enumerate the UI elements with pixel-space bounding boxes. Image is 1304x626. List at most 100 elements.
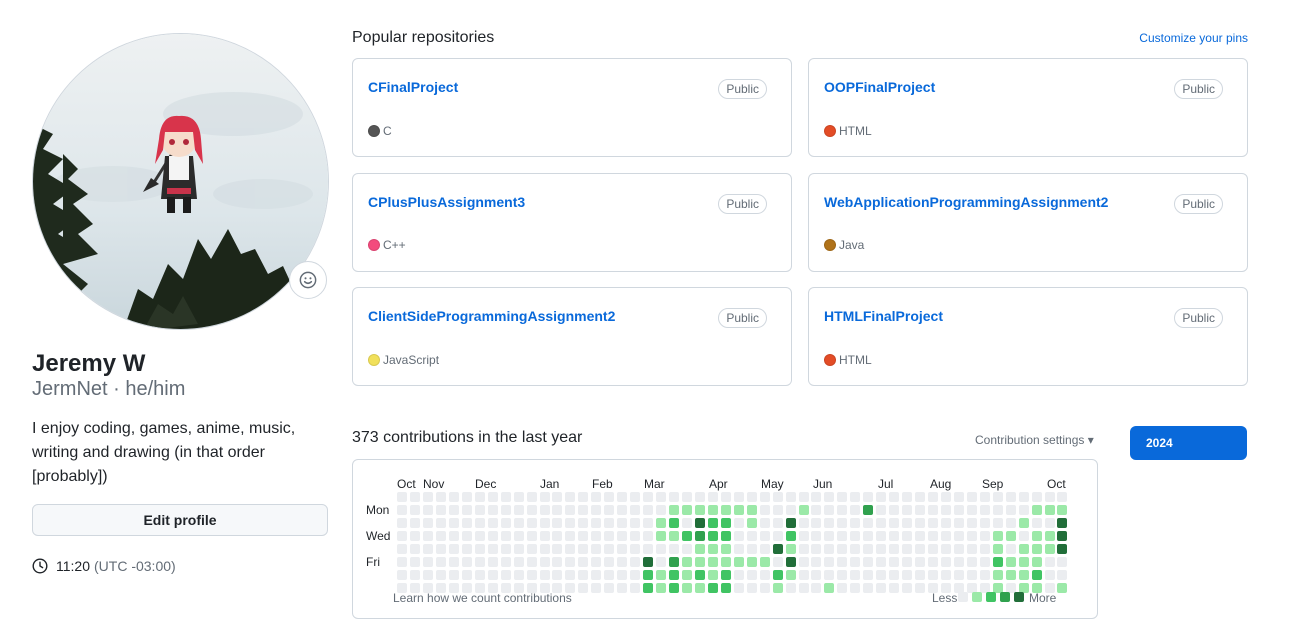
contribution-day-cell[interactable] xyxy=(902,504,912,515)
contribution-day-cell[interactable] xyxy=(409,517,420,528)
contribution-day-cell[interactable] xyxy=(979,569,990,580)
contribution-day-cell[interactable] xyxy=(876,582,887,593)
contribution-day-cell[interactable] xyxy=(733,492,744,502)
contribution-day-cell[interactable] xyxy=(759,543,770,554)
learn-contributions-link[interactable]: Learn how we count contributions xyxy=(393,591,572,605)
contribution-day-cell[interactable] xyxy=(876,517,887,528)
contribution-day-cell[interactable] xyxy=(979,504,990,515)
contribution-day-cell[interactable] xyxy=(720,582,731,593)
contribution-day-cell[interactable] xyxy=(785,543,796,554)
contribution-day-cell[interactable] xyxy=(889,530,900,541)
contribution-day-cell[interactable] xyxy=(927,530,938,541)
contribution-day-cell[interactable] xyxy=(1057,504,1068,515)
contribution-day-cell[interactable] xyxy=(953,569,964,580)
contribution-day-cell[interactable] xyxy=(500,504,511,515)
contribution-day-cell[interactable] xyxy=(902,582,912,593)
contribution-day-cell[interactable] xyxy=(1031,492,1042,502)
avatar[interactable] xyxy=(32,33,329,330)
contribution-day-cell[interactable] xyxy=(500,556,511,567)
contribution-day-cell[interactable] xyxy=(759,517,770,528)
contribution-day-cell[interactable] xyxy=(940,543,951,554)
contribution-day-cell[interactable] xyxy=(681,530,692,541)
contribution-day-cell[interactable] xyxy=(1018,543,1029,554)
contribution-day-cell[interactable] xyxy=(785,556,796,567)
contribution-day-cell[interactable] xyxy=(694,556,705,567)
contribution-day-cell[interactable] xyxy=(798,492,809,502)
contribution-day-cell[interactable] xyxy=(837,530,848,541)
contribution-day-cell[interactable] xyxy=(720,517,731,528)
contribution-day-cell[interactable] xyxy=(526,504,537,515)
contribution-day-cell[interactable] xyxy=(630,517,641,528)
contribution-day-cell[interactable] xyxy=(422,530,433,541)
contribution-day-cell[interactable] xyxy=(772,569,783,580)
contribution-day-cell[interactable] xyxy=(630,492,641,502)
contribution-day-cell[interactable] xyxy=(850,569,861,580)
contribution-day-cell[interactable] xyxy=(966,556,977,567)
contribution-day-cell[interactable] xyxy=(889,543,900,554)
contribution-day-cell[interactable] xyxy=(1057,517,1068,528)
contribution-day-cell[interactable] xyxy=(992,556,1003,567)
contribution-day-cell[interactable] xyxy=(565,569,576,580)
contribution-day-cell[interactable] xyxy=(643,504,653,515)
contribution-day-cell[interactable] xyxy=(720,492,731,502)
contribution-day-cell[interactable] xyxy=(565,504,576,515)
contribution-day-cell[interactable] xyxy=(772,582,783,593)
contribution-day-cell[interactable] xyxy=(733,569,744,580)
contribution-day-cell[interactable] xyxy=(837,582,848,593)
contribution-day-cell[interactable] xyxy=(798,556,809,567)
contribution-day-cell[interactable] xyxy=(940,504,951,515)
contribution-day-cell[interactable] xyxy=(1057,569,1068,580)
contribution-day-cell[interactable] xyxy=(448,504,459,515)
contribution-day-cell[interactable] xyxy=(953,543,964,554)
contribution-day-cell[interactable] xyxy=(578,530,589,541)
contribution-day-cell[interactable] xyxy=(500,492,511,502)
contribution-day-cell[interactable] xyxy=(617,556,628,567)
contribution-day-cell[interactable] xyxy=(578,517,589,528)
contribution-day-cell[interactable] xyxy=(837,517,848,528)
contribution-day-cell[interactable] xyxy=(811,543,822,554)
year-2024-button[interactable]: 2024 xyxy=(1130,426,1247,460)
contribution-day-cell[interactable] xyxy=(902,556,912,567)
contribution-day-cell[interactable] xyxy=(422,569,433,580)
contribution-day-cell[interactable] xyxy=(707,517,718,528)
contribution-day-cell[interactable] xyxy=(643,569,653,580)
contribution-day-cell[interactable] xyxy=(1018,517,1029,528)
contribution-day-cell[interactable] xyxy=(1031,569,1042,580)
contribution-day-cell[interactable] xyxy=(979,530,990,541)
contribution-day-cell[interactable] xyxy=(927,569,938,580)
contribution-day-cell[interactable] xyxy=(669,517,679,528)
contribution-day-cell[interactable] xyxy=(578,556,589,567)
contribution-day-cell[interactable] xyxy=(435,517,446,528)
contribution-day-cell[interactable] xyxy=(707,504,718,515)
contribution-day-cell[interactable] xyxy=(1044,569,1055,580)
contribution-day-cell[interactable] xyxy=(979,543,990,554)
contribution-day-cell[interactable] xyxy=(953,517,964,528)
contribution-day-cell[interactable] xyxy=(591,582,602,593)
contribution-day-cell[interactable] xyxy=(837,543,848,554)
contribution-day-cell[interactable] xyxy=(461,517,472,528)
contribution-day-cell[interactable] xyxy=(526,530,537,541)
contribution-day-cell[interactable] xyxy=(707,492,718,502)
contribution-day-cell[interactable] xyxy=(876,492,887,502)
contribution-day-cell[interactable] xyxy=(643,556,653,567)
contribution-day-cell[interactable] xyxy=(902,492,912,502)
contribution-day-cell[interactable] xyxy=(552,569,563,580)
contribution-day-cell[interactable] xyxy=(811,492,822,502)
contribution-day-cell[interactable] xyxy=(863,492,874,502)
contribution-day-cell[interactable] xyxy=(824,504,835,515)
contribution-day-cell[interactable] xyxy=(876,569,887,580)
contribution-day-cell[interactable] xyxy=(422,517,433,528)
contribution-day-cell[interactable] xyxy=(798,543,809,554)
contribution-day-cell[interactable] xyxy=(1005,492,1016,502)
contribution-day-cell[interactable] xyxy=(694,582,705,593)
contribution-day-cell[interactable] xyxy=(591,569,602,580)
contribution-day-cell[interactable] xyxy=(409,504,420,515)
contribution-day-cell[interactable] xyxy=(461,569,472,580)
contribution-day-cell[interactable] xyxy=(837,504,848,515)
contribution-day-cell[interactable] xyxy=(850,504,861,515)
contribution-day-cell[interactable] xyxy=(397,504,407,515)
contribution-day-cell[interactable] xyxy=(474,492,485,502)
contribution-day-cell[interactable] xyxy=(966,504,977,515)
contribution-day-cell[interactable] xyxy=(902,517,912,528)
contribution-day-cell[interactable] xyxy=(707,556,718,567)
